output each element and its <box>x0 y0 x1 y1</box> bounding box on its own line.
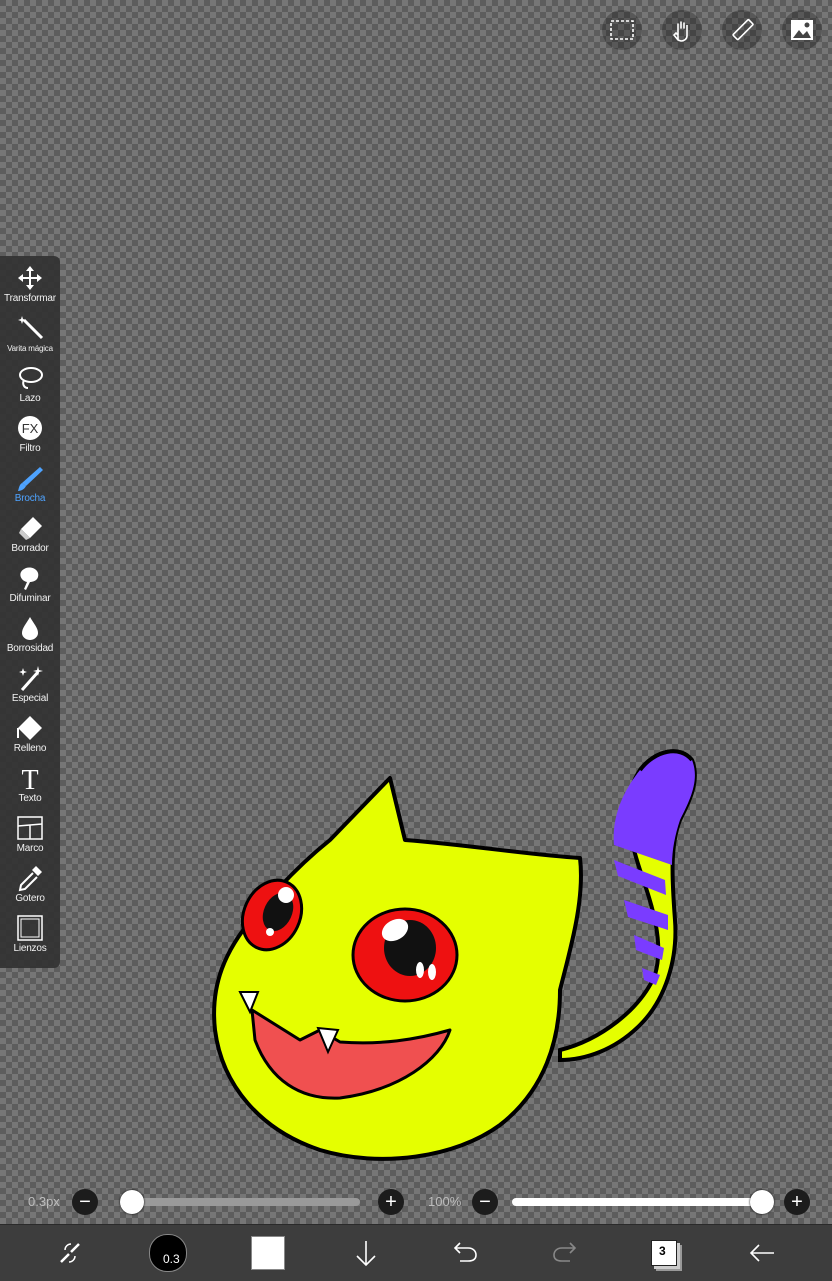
tool-label: Transformar <box>4 293 56 304</box>
brush-size-button[interactable]: 0.3 <box>148 1225 188 1281</box>
top-toolbar <box>602 10 822 50</box>
layer-count: 3 <box>659 1244 666 1258</box>
color-icon <box>251 1236 285 1270</box>
tool-canvas[interactable]: Lienzos <box>0 906 60 956</box>
tool-fill[interactable]: Relleno <box>0 706 60 756</box>
tool-special[interactable]: Especial <box>0 656 60 706</box>
tool-eraser[interactable]: Borrador <box>0 506 60 556</box>
eyedropper-icon <box>18 866 42 892</box>
cat-head <box>212 776 583 1161</box>
tool-filter[interactable]: FX Filtro <box>0 406 60 456</box>
tool-label: Brocha <box>14 493 46 504</box>
size-slider-knob[interactable] <box>120 1190 144 1214</box>
frame-icon <box>17 816 43 840</box>
hand-gesture-icon <box>672 21 688 42</box>
fill-bucket-icon <box>17 716 42 740</box>
swap-tools-icon <box>60 1243 80 1263</box>
tool-frame[interactable]: Marco <box>0 806 60 856</box>
download-button[interactable] <box>346 1225 386 1281</box>
undo-icon <box>453 1242 477 1262</box>
text-icon: T <box>21 765 38 792</box>
image-icon <box>791 20 813 40</box>
tool-smudge[interactable]: Difuminar <box>0 556 60 606</box>
fx-icon: FX <box>18 416 42 440</box>
canvas-icon <box>17 915 43 941</box>
cat-tail <box>558 749 697 1063</box>
gesture-button[interactable] <box>662 10 702 50</box>
opacity-slider-knob[interactable] <box>750 1190 774 1214</box>
download-icon <box>356 1241 376 1267</box>
layers-button[interactable]: 3 <box>644 1225 684 1281</box>
blur-drop-icon <box>22 617 38 640</box>
selection-icon <box>610 20 634 40</box>
tool-label: Filtro <box>19 443 41 454</box>
size-increase-button[interactable]: + <box>378 1189 404 1215</box>
tool-label: Varita mágica <box>7 344 53 353</box>
brush-size-icon: 0.3 <box>149 1234 187 1272</box>
undo-button[interactable] <box>445 1225 485 1281</box>
move-arrows-icon <box>18 266 42 290</box>
tool-blur[interactable]: Borrosidad <box>0 606 60 656</box>
redo-button[interactable] <box>545 1225 585 1281</box>
lasso-icon <box>19 367 43 389</box>
opacity-slider-track[interactable] <box>512 1198 762 1206</box>
tool-label: Borrosidad <box>6 643 54 654</box>
back-icon <box>749 1244 774 1262</box>
size-slider-track[interactable] <box>120 1198 360 1206</box>
eraser-icon <box>19 517 42 540</box>
redo-icon <box>553 1242 577 1262</box>
tool-label: Marco <box>16 843 44 854</box>
tool-label: Lienzos <box>13 943 47 954</box>
tool-label: Lazo <box>19 393 41 404</box>
slider-row: 0.3px − + 100% − + <box>0 1186 832 1218</box>
brush-size-label: 0.3 <box>163 1252 180 1266</box>
selection-button[interactable] <box>602 10 642 50</box>
size-decrease-button[interactable]: − <box>72 1189 98 1215</box>
sparkle-icon <box>19 666 43 691</box>
tool-label: Relleno <box>13 743 47 754</box>
tool-magic-wand[interactable]: Varita mágica <box>0 306 60 356</box>
tool-lasso[interactable]: Lazo <box>0 356 60 406</box>
tool-brush[interactable]: Brocha <box>0 456 60 506</box>
opacity-decrease-button[interactable]: − <box>472 1189 498 1215</box>
tool-label: Difuminar <box>9 593 51 604</box>
tool-text[interactable]: T Texto <box>0 756 60 806</box>
image-button[interactable] <box>782 10 822 50</box>
tool-label: Borrador <box>11 543 49 554</box>
swap-tools-button[interactable] <box>50 1225 90 1281</box>
tool-eyedropper[interactable]: Gotero <box>0 856 60 906</box>
brush-size-value: 0.3px <box>28 1194 60 1209</box>
layers-icon: 3 <box>651 1240 677 1266</box>
svg-text:T: T <box>21 765 38 792</box>
tool-panel: Transformar Varita mágica Lazo FX Filtro… <box>0 256 60 968</box>
svg-text:FX: FX <box>22 421 39 436</box>
opacity-increase-button[interactable]: + <box>784 1189 810 1215</box>
tool-label: Especial <box>11 693 49 704</box>
tool-label: Texto <box>18 793 42 804</box>
back-button[interactable] <box>742 1225 782 1281</box>
ruler-pencil-icon <box>732 19 754 41</box>
ruler-button[interactable] <box>722 10 762 50</box>
tool-label: Gotero <box>15 893 45 904</box>
canvas-drawing <box>212 749 697 1161</box>
cat-mouth <box>250 1008 452 1100</box>
brush-icon <box>18 467 43 491</box>
smudge-icon <box>20 567 39 590</box>
opacity-value: 100% <box>428 1194 462 1209</box>
tool-transform[interactable]: Transformar <box>0 256 60 306</box>
color-button[interactable] <box>248 1225 288 1281</box>
bottom-bar: 0.3 3 <box>0 1224 832 1281</box>
magic-wand-icon <box>18 316 44 340</box>
